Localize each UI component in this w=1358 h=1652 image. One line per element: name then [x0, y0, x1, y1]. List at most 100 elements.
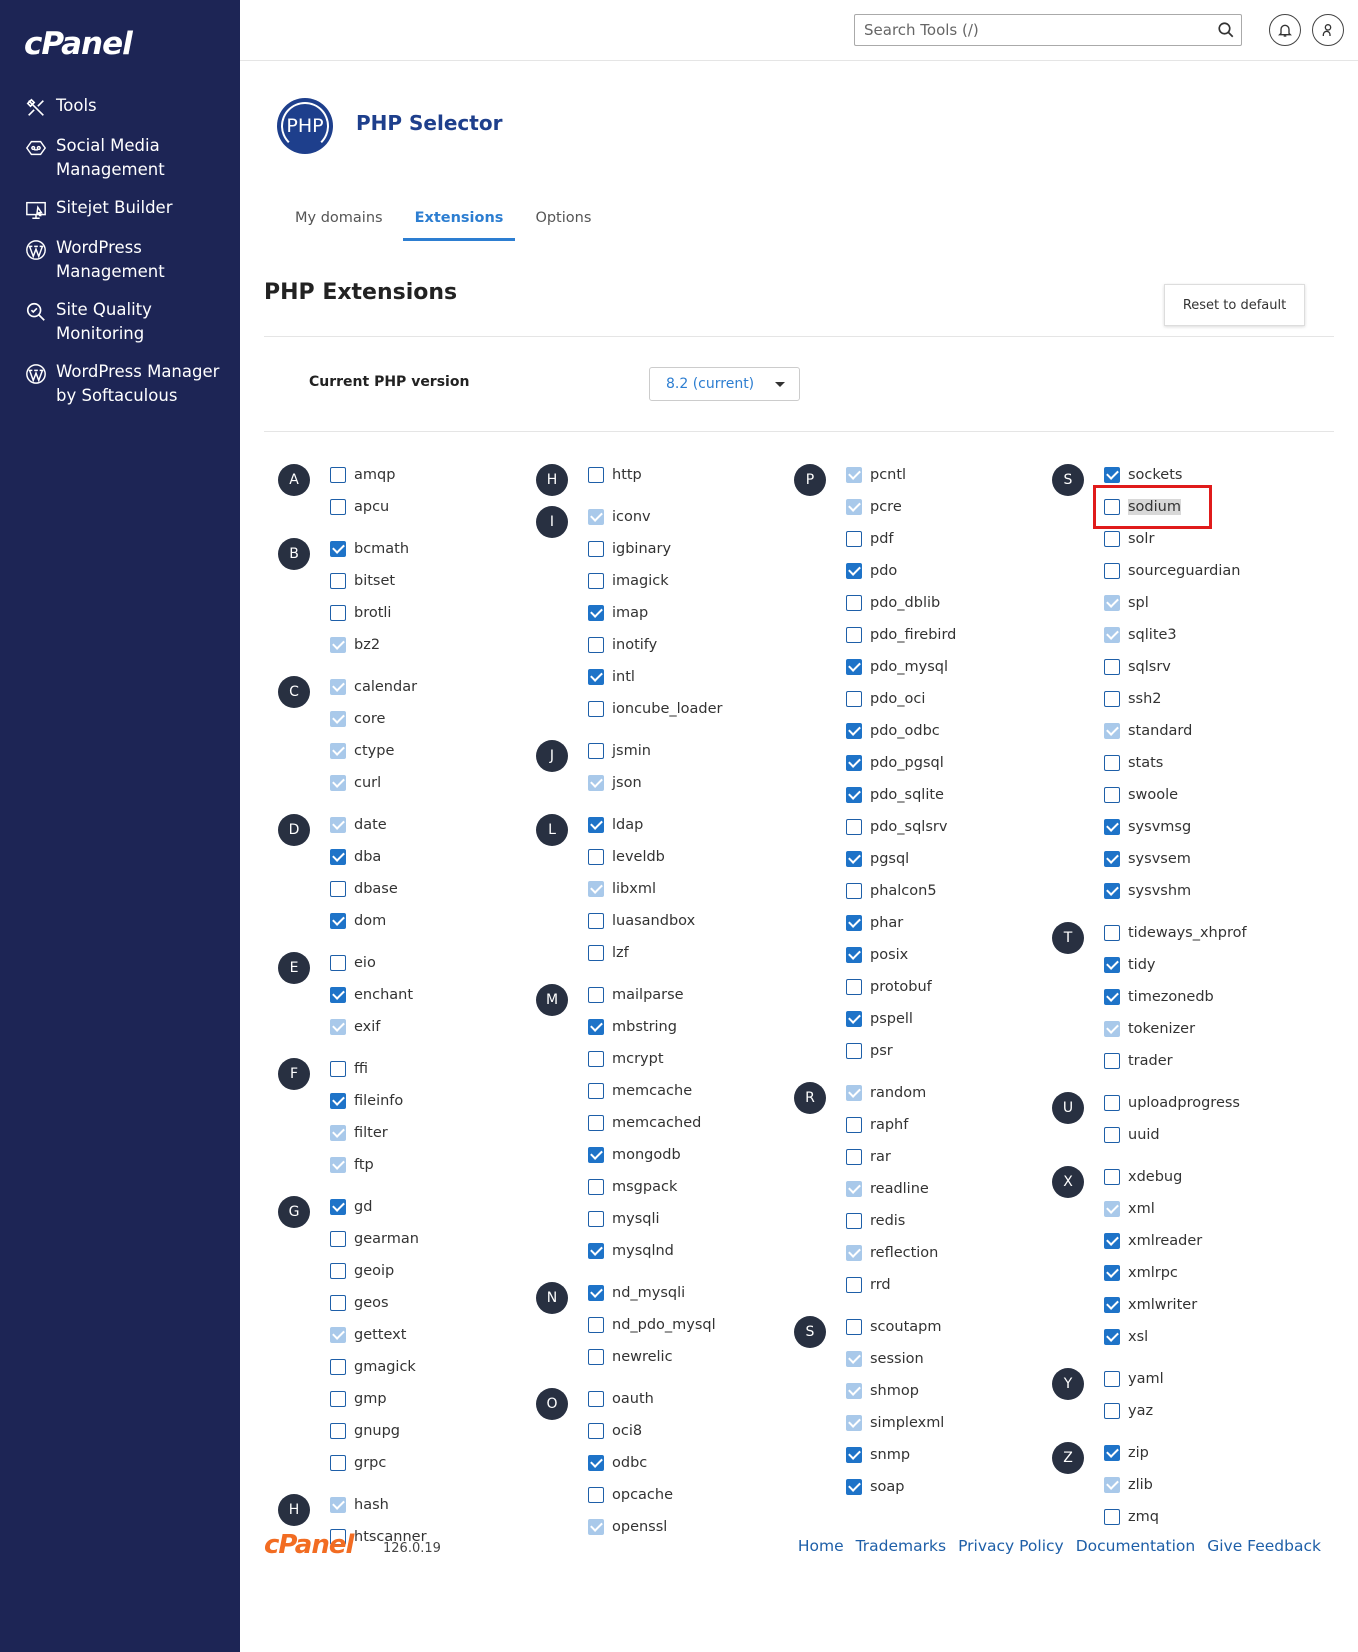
- extension-item-dom[interactable]: dom: [330, 905, 548, 937]
- extension-checkbox[interactable]: [330, 1093, 346, 1109]
- sidebar-item-tools[interactable]: Tools: [0, 94, 240, 120]
- extension-item-yaml[interactable]: yaml: [1104, 1363, 1322, 1395]
- extension-item-ssh2[interactable]: ssh2: [1104, 683, 1322, 715]
- extension-item-imagick[interactable]: imagick: [588, 565, 806, 597]
- extension-item-json[interactable]: json: [588, 767, 806, 799]
- extension-checkbox[interactable]: [1104, 989, 1120, 1005]
- extension-checkbox[interactable]: [588, 987, 604, 1003]
- extension-checkbox[interactable]: [330, 849, 346, 865]
- search-input[interactable]: [855, 15, 1195, 45]
- extension-checkbox[interactable]: [588, 467, 604, 483]
- extension-item-amqp[interactable]: amqp: [330, 459, 548, 491]
- extension-checkbox[interactable]: [846, 723, 862, 739]
- extension-item-snmp[interactable]: snmp: [846, 1439, 1064, 1471]
- extension-checkbox[interactable]: [330, 1455, 346, 1471]
- extension-item-posix[interactable]: posix: [846, 939, 1064, 971]
- footer-link-home[interactable]: Home: [798, 1537, 844, 1555]
- extension-item-nd_mysqli[interactable]: nd_mysqli: [588, 1277, 806, 1309]
- footer-link-privacy-policy[interactable]: Privacy Policy: [958, 1537, 1064, 1555]
- extension-item-gd[interactable]: gd: [330, 1191, 548, 1223]
- extension-checkbox[interactable]: [846, 563, 862, 579]
- extension-item-http[interactable]: http: [588, 459, 806, 491]
- extension-item-fileinfo[interactable]: fileinfo: [330, 1085, 548, 1117]
- extension-item-curl[interactable]: curl: [330, 767, 548, 799]
- extension-checkbox[interactable]: [330, 987, 346, 1003]
- extension-item-grpc[interactable]: grpc: [330, 1447, 548, 1479]
- extension-checkbox[interactable]: [588, 1211, 604, 1227]
- extension-checkbox[interactable]: [330, 1263, 346, 1279]
- extension-item-pdo[interactable]: pdo: [846, 555, 1064, 587]
- extension-checkbox[interactable]: [588, 1019, 604, 1035]
- extension-checkbox[interactable]: [588, 1349, 604, 1365]
- extension-checkbox[interactable]: [846, 1213, 862, 1229]
- extension-item-mcrypt[interactable]: mcrypt: [588, 1043, 806, 1075]
- extension-item-mysqlnd[interactable]: mysqlnd: [588, 1235, 806, 1267]
- extension-checkbox[interactable]: [846, 883, 862, 899]
- extension-checkbox[interactable]: [846, 979, 862, 995]
- extension-item-geos[interactable]: geos: [330, 1287, 548, 1319]
- extension-item-redis[interactable]: redis: [846, 1205, 1064, 1237]
- extension-item-calendar[interactable]: calendar: [330, 671, 548, 703]
- extension-checkbox[interactable]: [846, 787, 862, 803]
- extension-checkbox[interactable]: [1104, 925, 1120, 941]
- extension-item-memcache[interactable]: memcache: [588, 1075, 806, 1107]
- extension-item-dba[interactable]: dba: [330, 841, 548, 873]
- extension-item-pdo_oci[interactable]: pdo_oci: [846, 683, 1064, 715]
- extension-item-sysvmsg[interactable]: sysvmsg: [1104, 811, 1322, 843]
- extension-item-bz2[interactable]: bz2: [330, 629, 548, 661]
- php-version-select[interactable]: 8.2 (current): [649, 367, 800, 401]
- extension-item-mysqli[interactable]: mysqli: [588, 1203, 806, 1235]
- extension-checkbox[interactable]: [846, 755, 862, 771]
- extension-item-dbase[interactable]: dbase: [330, 873, 548, 905]
- extension-checkbox[interactable]: [330, 1295, 346, 1311]
- extension-item-tokenizer[interactable]: tokenizer: [1104, 1013, 1322, 1045]
- extension-checkbox[interactable]: [846, 947, 862, 963]
- extension-checkbox[interactable]: [846, 1479, 862, 1495]
- extension-item-yaz[interactable]: yaz: [1104, 1395, 1322, 1427]
- extension-checkbox[interactable]: [1104, 1169, 1120, 1185]
- extension-item-memcached[interactable]: memcached: [588, 1107, 806, 1139]
- extension-item-rrd[interactable]: rrd: [846, 1269, 1064, 1301]
- extension-item-opcache[interactable]: opcache: [588, 1479, 806, 1511]
- extension-item-gmp[interactable]: gmp: [330, 1383, 548, 1415]
- extension-item-zmq[interactable]: zmq: [1104, 1501, 1322, 1533]
- extension-item-readline[interactable]: readline: [846, 1173, 1064, 1205]
- extension-item-brotli[interactable]: brotli: [330, 597, 548, 629]
- extension-checkbox[interactable]: [1104, 1233, 1120, 1249]
- extension-checkbox[interactable]: [330, 1231, 346, 1247]
- extension-checkbox[interactable]: [588, 573, 604, 589]
- extension-item-tidy[interactable]: tidy: [1104, 949, 1322, 981]
- extension-item-pdo_firebird[interactable]: pdo_firebird: [846, 619, 1064, 651]
- extension-item-xmlreader[interactable]: xmlreader: [1104, 1225, 1322, 1257]
- extension-checkbox[interactable]: [1104, 1371, 1120, 1387]
- extension-item-pgsql[interactable]: pgsql: [846, 843, 1064, 875]
- extension-item-date[interactable]: date: [330, 809, 548, 841]
- extension-item-soap[interactable]: soap: [846, 1471, 1064, 1503]
- extension-checkbox[interactable]: [1104, 499, 1120, 515]
- extension-checkbox[interactable]: [1104, 691, 1120, 707]
- extension-checkbox[interactable]: [1104, 957, 1120, 973]
- extension-item-timezonedb[interactable]: timezonedb: [1104, 981, 1322, 1013]
- extension-checkbox[interactable]: [846, 1149, 862, 1165]
- extension-item-pdo_pgsql[interactable]: pdo_pgsql: [846, 747, 1064, 779]
- extension-checkbox[interactable]: [1104, 563, 1120, 579]
- extension-item-mongodb[interactable]: mongodb: [588, 1139, 806, 1171]
- extension-item-geoip[interactable]: geoip: [330, 1255, 548, 1287]
- extension-item-ldap[interactable]: ldap: [588, 809, 806, 841]
- extension-checkbox[interactable]: [588, 541, 604, 557]
- extension-checkbox[interactable]: [1104, 787, 1120, 803]
- sidebar-item-sitejet[interactable]: Sitejet Builder: [0, 196, 240, 222]
- extension-item-session[interactable]: session: [846, 1343, 1064, 1375]
- extension-checkbox[interactable]: [588, 913, 604, 929]
- extension-item-random[interactable]: random: [846, 1077, 1064, 1109]
- footer-link-documentation[interactable]: Documentation: [1076, 1537, 1196, 1555]
- extension-checkbox[interactable]: [588, 1317, 604, 1333]
- extension-checkbox[interactable]: [588, 1179, 604, 1195]
- extension-item-sqlsrv[interactable]: sqlsrv: [1104, 651, 1322, 683]
- extension-item-spl[interactable]: spl: [1104, 587, 1322, 619]
- extension-item-trader[interactable]: trader: [1104, 1045, 1322, 1077]
- extension-item-protobuf[interactable]: protobuf: [846, 971, 1064, 1003]
- extension-item-standard[interactable]: standard: [1104, 715, 1322, 747]
- search-icon[interactable]: [1217, 21, 1235, 39]
- extension-checkbox[interactable]: [1104, 467, 1120, 483]
